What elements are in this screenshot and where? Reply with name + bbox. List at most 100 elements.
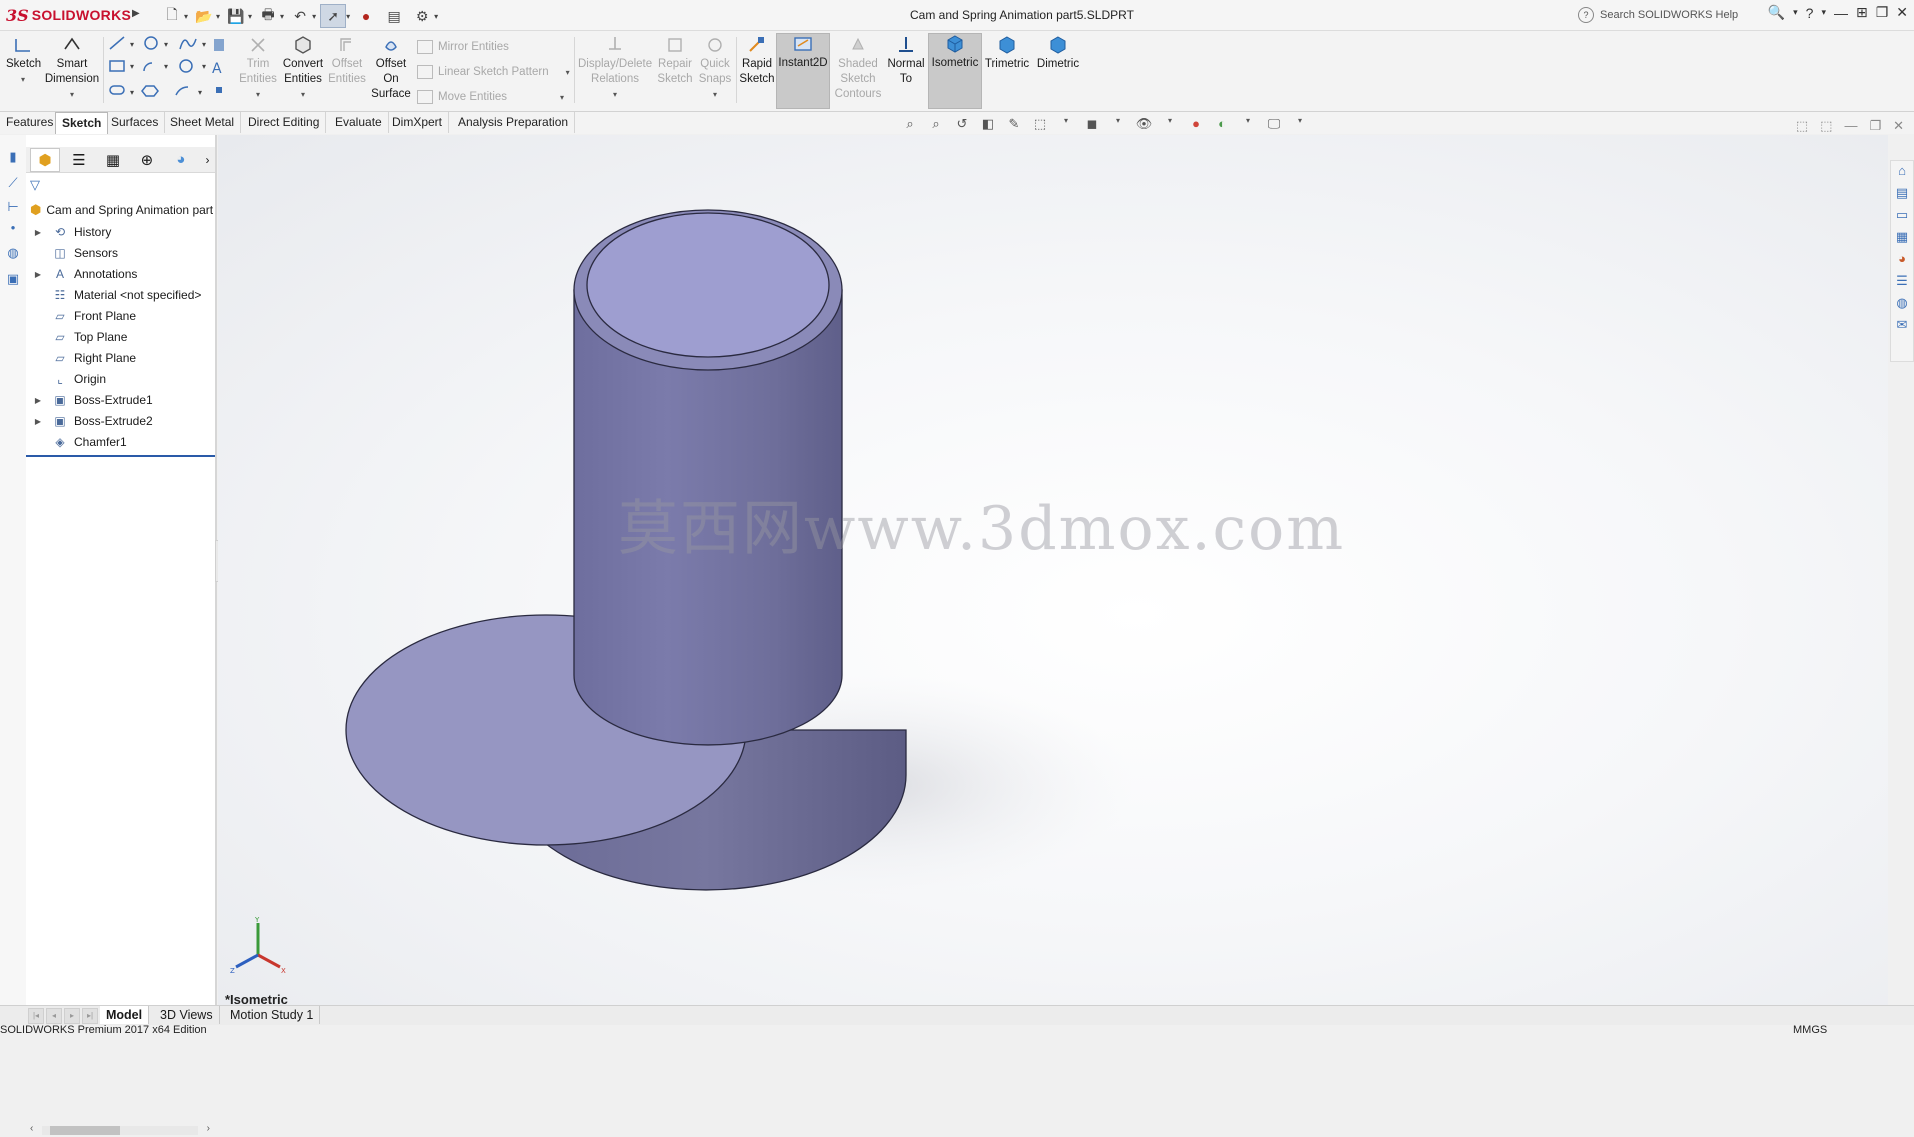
previous-view-icon[interactable]: ↺: [952, 116, 972, 134]
zoom-to-area-icon[interactable]: ⌕: [926, 116, 946, 134]
appearances-icon[interactable]: ◕: [1893, 251, 1911, 271]
rebuild-traffic-light-icon[interactable]: ●: [354, 5, 378, 27]
move-entities-button[interactable]: Move Entities ▾: [417, 90, 564, 104]
viewport-tile-icon[interactable]: ⬚: [1820, 118, 1832, 134]
apply-scene-dropdown-icon[interactable]: ▾: [1238, 116, 1258, 134]
tree-item-boss-extrude2[interactable]: ▶ ▣ Boss-Extrude2: [32, 411, 153, 431]
tree-item-annotations[interactable]: ▶ A Annotations: [32, 264, 137, 284]
view-orientation-icon[interactable]: ⬚: [1030, 116, 1050, 134]
help-icon[interactable]: ?: [1806, 5, 1814, 21]
display-style-dropdown-icon[interactable]: ▾: [1108, 116, 1128, 134]
file-explorer-icon[interactable]: ▭: [1893, 207, 1911, 227]
scroll-right-icon[interactable]: ›: [207, 1123, 210, 1134]
design-library-icon[interactable]: ▤: [1893, 185, 1911, 205]
tree-item-origin[interactable]: ⌞ Origin: [32, 369, 106, 389]
smart-dimension-dropdown-icon[interactable]: ▾: [44, 87, 100, 102]
undo-dropdown-icon[interactable]: ▾: [312, 12, 316, 21]
tab-model[interactable]: Model: [100, 1006, 150, 1024]
viewport-restore-icon[interactable]: ❐: [1869, 118, 1881, 134]
offset-on-surface-button[interactable]: Offset On Surface: [370, 35, 412, 102]
new-dropdown-icon[interactable]: ▾: [184, 12, 188, 21]
filter-funnel-icon[interactable]: ▽: [30, 177, 40, 193]
hide-show-items-icon[interactable]: 👁: [1134, 116, 1154, 134]
edit-appearance-icon[interactable]: ●: [1186, 116, 1206, 134]
zoom-to-fit-icon[interactable]: ⌕: [900, 116, 920, 134]
help-dropdown-icon[interactable]: ▾: [1821, 7, 1826, 18]
point-icon[interactable]: ●: [5, 223, 21, 239]
solidworks-logo[interactable]: 3S SOLIDWORKS: [6, 4, 131, 26]
help-search[interactable]: ? Search SOLIDWORKS Help: [1578, 5, 1778, 25]
tab-motion-study-1[interactable]: Motion Study 1: [224, 1006, 321, 1024]
dynamic-annotation-icon[interactable]: ✎: [1004, 116, 1024, 134]
graphics-area[interactable]: 莫西网www.3dmox.com Y X Z *Isometric: [218, 135, 1888, 1005]
dimxpert-manager-tab-icon[interactable]: ⊕: [132, 148, 162, 172]
sketch-button[interactable]: Sketch ▾: [6, 35, 41, 87]
solidworks-forum-icon[interactable]: ◍: [1893, 295, 1911, 315]
isometric-button[interactable]: Isometric: [928, 33, 982, 109]
instant2d-button[interactable]: Instant2D: [776, 33, 830, 109]
open-folder-icon[interactable]: 📂: [192, 5, 216, 27]
options-dropdown-icon[interactable]: ▾: [434, 12, 438, 21]
first-tab-icon[interactable]: |◂: [28, 1008, 44, 1024]
viewport-minimize-icon[interactable]: —: [1844, 118, 1857, 134]
more-tabs-chevron-icon[interactable]: ›: [200, 148, 215, 172]
undo-icon[interactable]: ↶: [288, 5, 312, 27]
pattern-dropdown-icon[interactable]: ▾: [566, 68, 570, 77]
trim-dropdown-icon[interactable]: ▾: [238, 87, 278, 102]
save-dropdown-icon[interactable]: ▾: [248, 12, 252, 21]
tree-item-chamfer1[interactable]: ◈ Chamfer1: [32, 432, 126, 452]
feature-tree-icon[interactable]: ▮: [5, 149, 21, 165]
shaded-sketch-contours-button[interactable]: Shaded Sketch Contours: [832, 35, 884, 102]
expand-arrow-icon[interactable]: ▶: [32, 270, 44, 279]
expand-arrow-icon[interactable]: ▶: [32, 396, 44, 405]
mirror-entities-button[interactable]: Mirror Entities: [417, 40, 509, 54]
restore-icon[interactable]: ❐: [1876, 4, 1889, 21]
search-placeholder[interactable]: Search SOLIDWORKS Help: [1600, 9, 1738, 21]
open-dropdown-icon[interactable]: ▾: [216, 12, 220, 21]
viewport-split-icon[interactable]: ⬚: [1796, 118, 1808, 134]
trimetric-button[interactable]: Trimetric: [982, 35, 1032, 72]
convert-dropdown-icon[interactable]: ▾: [281, 87, 325, 102]
convert-entities-button[interactable]: Convert Entities ▾: [281, 35, 325, 102]
minimize-icon[interactable]: —: [1834, 5, 1848, 21]
dimetric-button[interactable]: Dimetric: [1034, 35, 1082, 72]
tab-sketch[interactable]: Sketch: [55, 112, 109, 134]
display-manager-tab-icon[interactable]: ◕: [166, 148, 196, 172]
tree-item-history[interactable]: ▶ ⟲ History: [32, 222, 111, 242]
panel-horizontal-scrollbar[interactable]: ‹ ›: [30, 1123, 210, 1137]
quick-snaps-button[interactable]: Quick Snaps ▾: [697, 35, 733, 102]
linear-sketch-pattern-button[interactable]: Linear Sketch Pattern ▾: [417, 65, 570, 79]
tree-item-top-plane[interactable]: ▱ Top Plane: [32, 327, 127, 347]
property-manager-tab-icon[interactable]: ☰: [64, 148, 94, 172]
tree-root-part[interactable]: ⬢ Cam and Spring Animation part5: [30, 202, 213, 218]
globe-icon[interactable]: ◍: [5, 245, 21, 261]
tree-item-boss-extrude1[interactable]: ▶ ▣ Boss-Extrude1: [32, 390, 153, 410]
select-cursor-icon[interactable]: ➚: [320, 4, 347, 28]
relations-dropdown-icon[interactable]: ▾: [578, 87, 652, 102]
home-icon[interactable]: ⌂: [1893, 163, 1911, 183]
scroll-thumb[interactable]: [50, 1126, 120, 1135]
view-orientation-dropdown-icon[interactable]: ▾: [1056, 116, 1076, 134]
tab-features[interactable]: Features: [0, 112, 61, 133]
prev-tab-icon[interactable]: ◂: [46, 1008, 62, 1024]
menu-expand-icon[interactable]: ▶: [132, 8, 140, 19]
display-delete-relations-button[interactable]: Display/Delete Relations ▾: [578, 35, 652, 102]
tab-evaluate[interactable]: Evaluate: [329, 112, 389, 133]
offset-entities-button[interactable]: Offset Entities: [327, 35, 367, 87]
custom-properties-icon[interactable]: ☰: [1893, 273, 1911, 293]
print-dropdown-icon[interactable]: ▾: [280, 12, 284, 21]
apply-scene-icon[interactable]: ◐: [1212, 116, 1232, 134]
expand-arrow-icon[interactable]: ▶: [32, 228, 44, 237]
next-tab-icon[interactable]: ▸: [64, 1008, 80, 1024]
trim-entities-button[interactable]: Trim Entities ▾: [238, 35, 278, 102]
rapid-sketch-button[interactable]: Rapid Sketch: [739, 35, 775, 87]
search-icon[interactable]: 🔍: [1768, 4, 1785, 21]
move-dropdown-icon[interactable]: ▾: [560, 93, 564, 102]
tree-item-material[interactable]: ☷ Material <not specified>: [32, 285, 202, 305]
new-file-icon[interactable]: 🗋: [160, 5, 184, 27]
coordinate-icon[interactable]: ⊢: [5, 199, 21, 215]
smart-dimension-button[interactable]: Smart Dimension ▾: [44, 35, 100, 102]
tab-dimxpert[interactable]: DimXpert: [386, 112, 450, 133]
search-dropdown-icon[interactable]: ▾: [1793, 7, 1798, 18]
display-style-icon[interactable]: ◼: [1082, 116, 1102, 134]
